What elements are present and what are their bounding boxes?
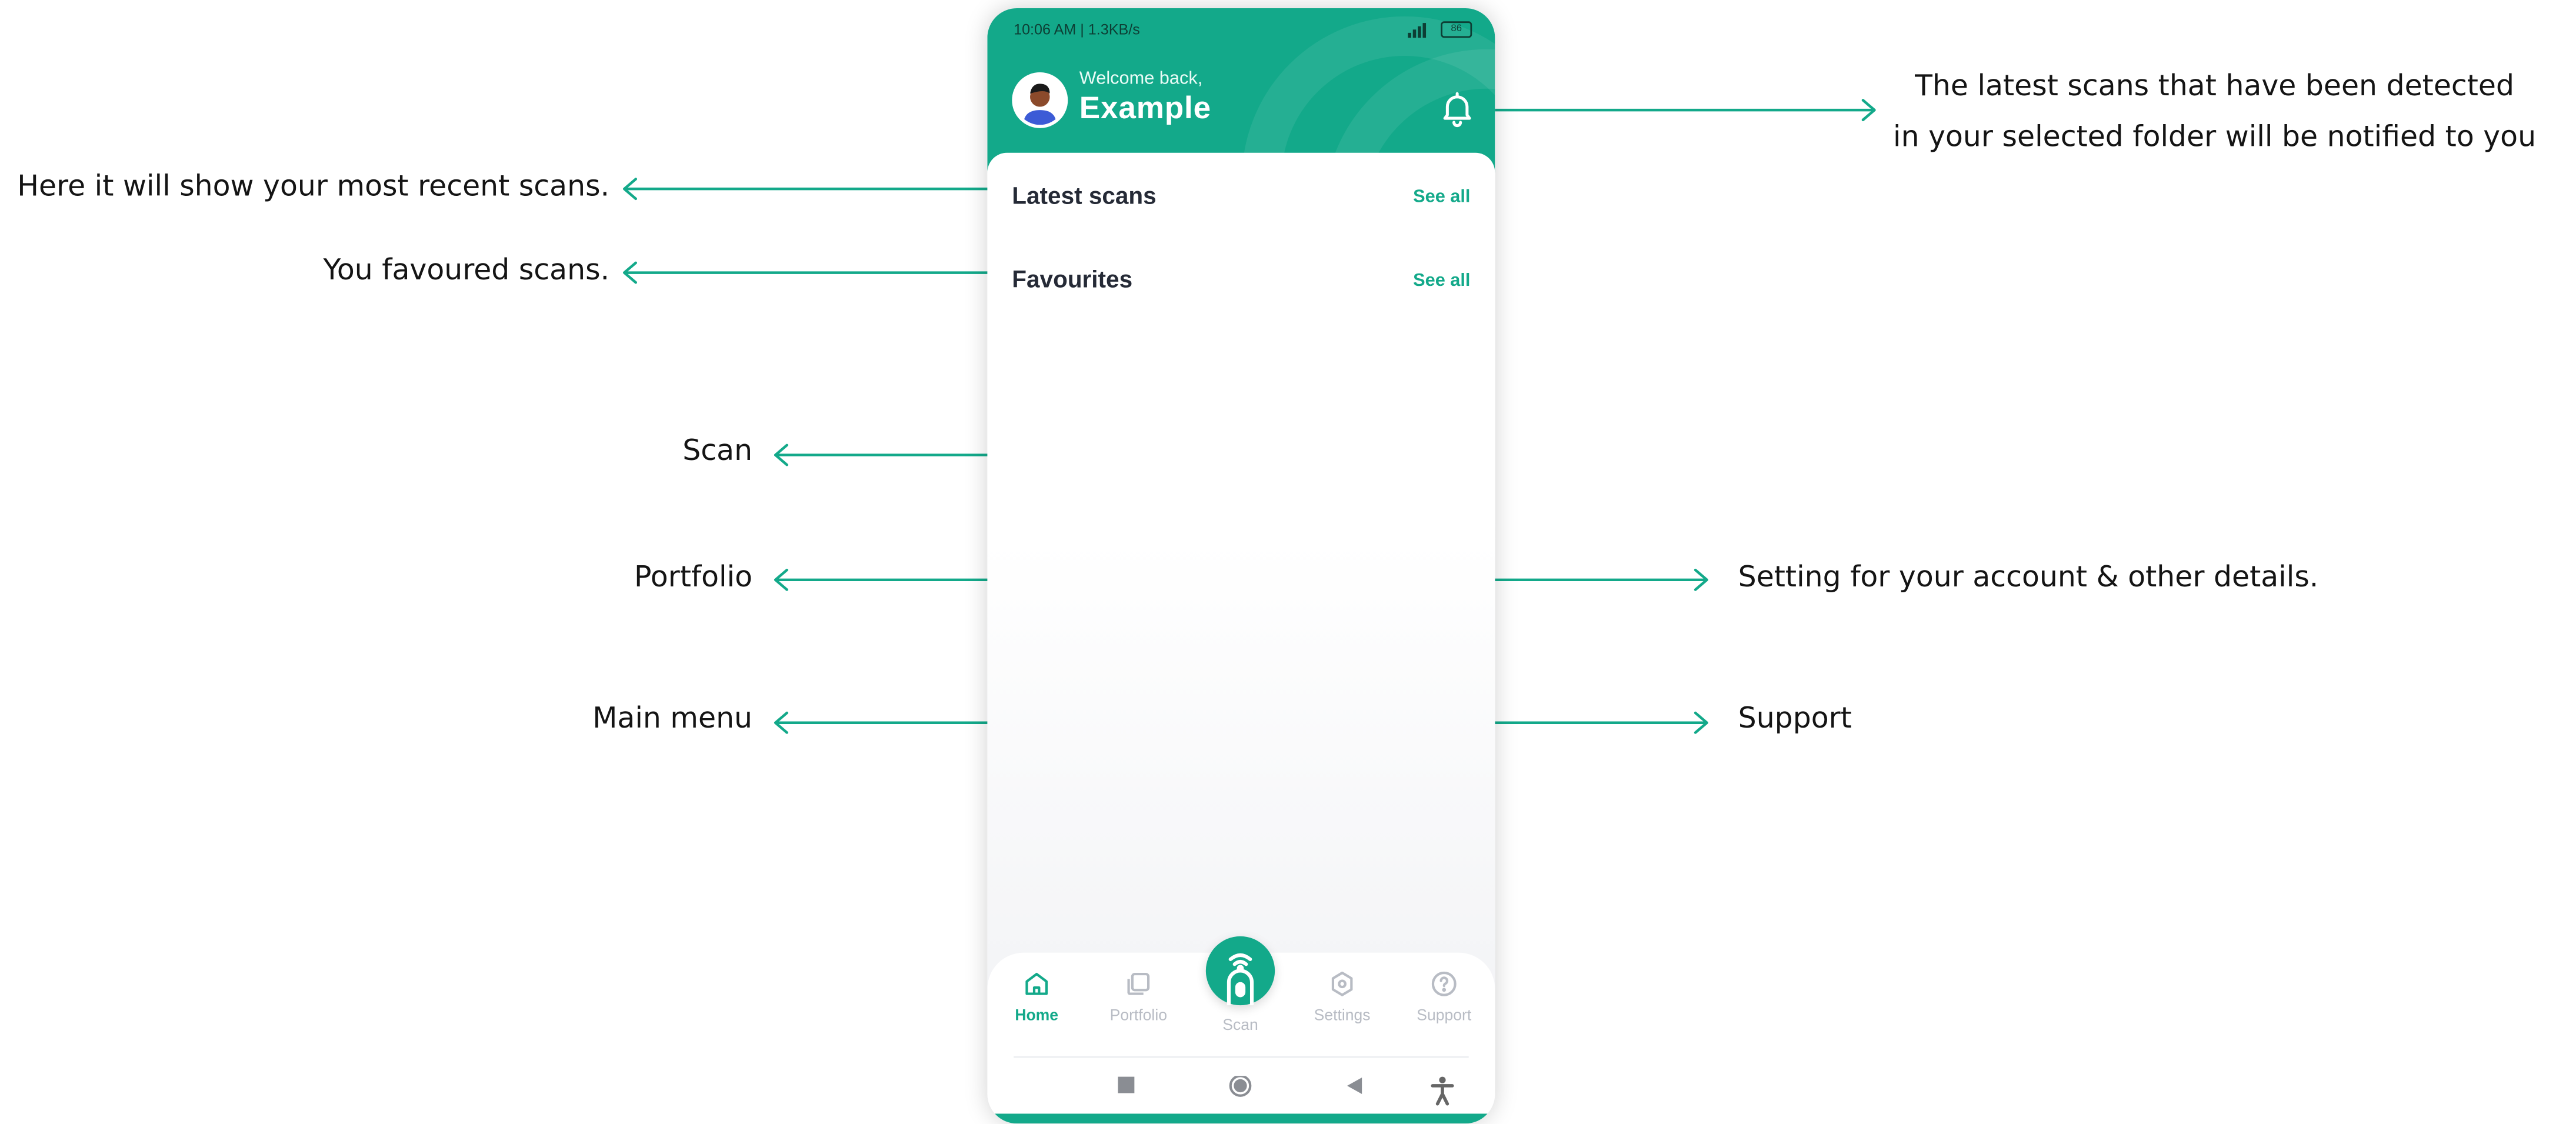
scan-icon <box>1227 953 1254 1008</box>
home-icon <box>1025 972 1048 995</box>
annotation-support: Support <box>1738 703 1852 736</box>
nav-home-label: Home <box>1015 1006 1059 1025</box>
annotation-notifications: The latest scans that have been detected… <box>1892 62 2537 164</box>
annotation-latest-scans: Here it will show your most recent scans… <box>17 171 610 204</box>
settings-icon <box>1331 971 1353 996</box>
canvas: The latest scans that have been detected… <box>0 0 2576 1124</box>
accessibility-icon[interactable] <box>1431 1076 1454 1106</box>
annotation-notifications-line1: The latest scans that have been detected <box>1915 71 2515 104</box>
greeting-text: Welcome back, <box>1079 69 1203 89</box>
favourites-title: Favourites <box>1012 268 1133 294</box>
help-icon <box>1431 971 1457 996</box>
battery-icon: 86 <box>1441 21 1472 38</box>
nav-support-label: Support <box>1417 1006 1472 1025</box>
connector-favourites <box>622 261 1002 284</box>
annotation-main-menu: Main menu <box>592 703 753 736</box>
app-header: 10:06 AM | 1.3KB/s 86 Welcome back, Exam… <box>987 8 1495 173</box>
back-triangle-icon[interactable] <box>1345 1076 1364 1096</box>
nav-home[interactable]: Home <box>995 969 1078 1025</box>
favourites-see-all-link[interactable]: See all <box>1413 271 1470 291</box>
square-icon[interactable] <box>1117 1076 1135 1094</box>
status-bar: 10:06 AM | 1.3KB/s 86 <box>1014 21 1472 44</box>
nav-scan-label: Scan <box>1222 1016 1258 1035</box>
status-icons: 86 <box>1408 21 1472 38</box>
bell-icon[interactable] <box>1438 89 1477 128</box>
nav-settings-label: Settings <box>1314 1006 1371 1025</box>
system-navigation-bar <box>987 1068 1495 1107</box>
annotation-scan: Scan <box>682 435 753 468</box>
avatar-person-icon <box>1015 75 1065 125</box>
annotation-favourites: You favoured scans. <box>323 254 610 288</box>
connector-latest-scans <box>622 178 1002 201</box>
signal-icon <box>1408 22 1434 37</box>
phone-screen: 10:06 AM | 1.3KB/s 86 Welcome back, Exam… <box>987 8 1495 1124</box>
avatar[interactable] <box>1012 72 1068 128</box>
nav-portfolio-label: Portfolio <box>1109 1006 1167 1025</box>
connector-notifications <box>1494 99 1876 122</box>
portfolio-icon <box>1127 972 1150 995</box>
latest-scans-title: Latest scans <box>1012 184 1157 211</box>
annotation-settings: Setting for your account & other details… <box>1738 562 2319 595</box>
scan-button[interactable] <box>1205 936 1275 1008</box>
nav-support[interactable]: Support <box>1403 969 1485 1025</box>
annotation-portfolio: Portfolio <box>634 562 753 595</box>
bottom-navigation: Home Portfolio Scan Settings Support <box>987 936 1495 1124</box>
nav-divider <box>1014 1056 1469 1058</box>
status-time: 10:06 AM | 1.3KB/s <box>1014 21 1140 38</box>
circle-icon[interactable] <box>1229 1076 1252 1099</box>
user-name: Example <box>1079 92 1211 127</box>
nav-portfolio[interactable]: Portfolio <box>1098 969 1180 1025</box>
nav-settings[interactable]: Settings <box>1301 969 1384 1025</box>
annotation-notifications-line2: in your selected folder will be notified… <box>1893 121 2537 155</box>
bottom-strip <box>987 1113 1495 1124</box>
latest-scans-see-all-link[interactable]: See all <box>1413 187 1470 207</box>
